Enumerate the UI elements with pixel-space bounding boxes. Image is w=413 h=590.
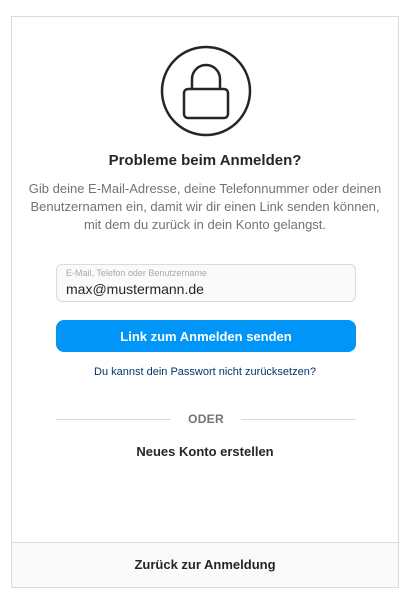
- divider-line-right: [241, 419, 356, 420]
- create-account-link[interactable]: Neues Konto erstellen: [12, 444, 398, 459]
- identifier-input[interactable]: [66, 279, 346, 299]
- cant-reset-password-link[interactable]: Du kannst dein Passwort nicht zurücksetz…: [12, 366, 398, 378]
- lock-icon: [160, 45, 252, 137]
- back-to-login-button[interactable]: Zurück zur Anmeldung: [11, 542, 399, 588]
- page-title: Probleme beim Anmelden?: [108, 152, 302, 169]
- instructions-text: Gib deine E-Mail-Adresse, deine Telefonn…: [28, 181, 382, 232]
- send-login-link-button[interactable]: Link zum Anmelden senden: [56, 320, 356, 352]
- identifier-field-label: E-Mail, Telefon oder Benutzername: [66, 268, 207, 278]
- or-divider: ODER: [56, 412, 356, 428]
- identifier-field[interactable]: E-Mail, Telefon oder Benutzername: [56, 264, 356, 302]
- back-to-login-label: Zurück zur Anmeldung: [134, 557, 276, 572]
- password-reset-card: Probleme beim Anmelden? Gib deine E-Mail…: [11, 16, 399, 542]
